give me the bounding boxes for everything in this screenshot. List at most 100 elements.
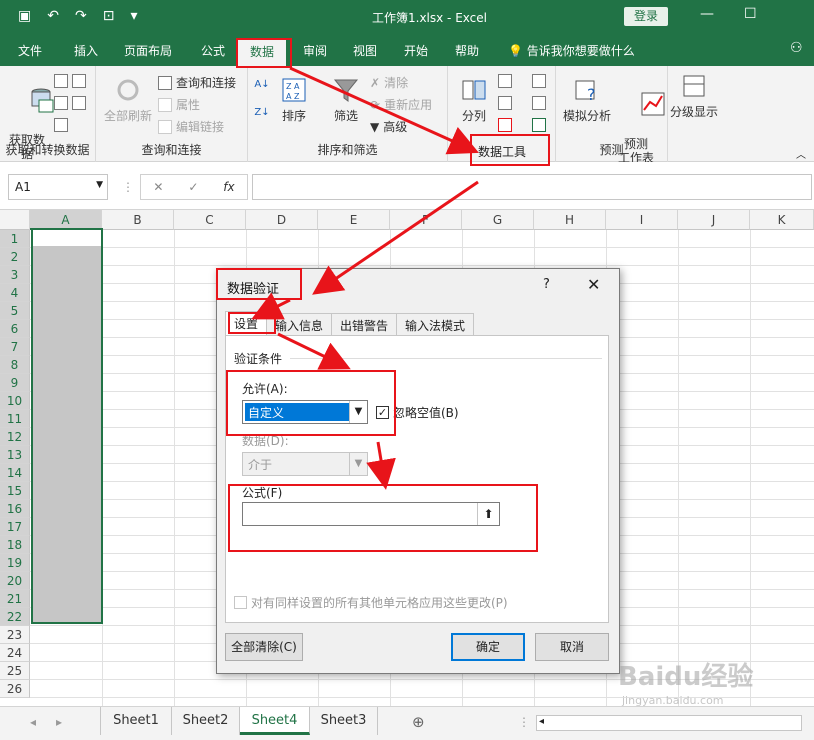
row-header[interactable]: 3 <box>0 266 30 284</box>
clear-button[interactable]: ✗ 清除 <box>370 74 408 91</box>
from-web-icon[interactable] <box>54 96 68 110</box>
row-header[interactable]: 25 <box>0 662 30 680</box>
row-header[interactable]: 20 <box>0 572 30 590</box>
active-cell[interactable] <box>33 230 101 246</box>
login-button[interactable]: 登录 <box>624 7 668 26</box>
flash-fill-icon[interactable] <box>498 74 512 88</box>
formula-field[interactable]: ⬆ <box>242 502 500 526</box>
tab-help[interactable]: 帮助 <box>455 42 479 59</box>
row-header[interactable]: 22 <box>0 608 30 626</box>
row-header[interactable]: 11 <box>0 410 30 428</box>
row-header[interactable]: 4 <box>0 284 30 302</box>
from-text-icon[interactable] <box>54 74 68 88</box>
column-header[interactable]: A <box>30 210 102 230</box>
chevron-down-icon[interactable]: ▼ <box>96 180 103 190</box>
name-box[interactable]: A1 ▼ <box>8 174 108 200</box>
minimize-icon[interactable]: — <box>700 6 714 22</box>
recent-sources-icon[interactable] <box>72 74 86 88</box>
filter-button[interactable]: 筛选 <box>330 76 362 123</box>
row-header[interactable]: 8 <box>0 356 30 374</box>
existing-connections-icon[interactable] <box>72 96 86 110</box>
tab-file[interactable]: 文件 <box>18 42 42 59</box>
column-header[interactable]: G <box>462 210 534 230</box>
range-picker-icon[interactable]: ⬆ <box>477 503 499 525</box>
row-header[interactable]: 17 <box>0 518 30 536</box>
insert-function-icon[interactable]: fx <box>223 180 234 194</box>
ok-button[interactable]: 确定 <box>451 633 525 661</box>
row-header[interactable]: 7 <box>0 338 30 356</box>
clear-all-button[interactable]: 全部清除(C) <box>225 633 303 661</box>
tab-home[interactable]: 开始 <box>404 42 428 59</box>
add-sheet-icon[interactable]: ⊕ <box>412 713 425 731</box>
sort-az-icon[interactable]: A↓ Z↓ <box>254 78 270 120</box>
column-header[interactable]: B <box>102 210 174 230</box>
redo-icon[interactable]: ↷ <box>75 8 87 24</box>
row-header[interactable]: 12 <box>0 428 30 446</box>
relationships-icon[interactable] <box>532 96 546 110</box>
tab-error-alert[interactable]: 出错警告 <box>331 313 398 335</box>
row-header[interactable]: 15 <box>0 482 30 500</box>
sheet-tab-sheet4[interactable]: Sheet4 <box>240 707 310 735</box>
row-header[interactable]: 2 <box>0 248 30 266</box>
column-header[interactable]: H <box>534 210 606 230</box>
close-icon[interactable]: ✕ <box>587 275 600 294</box>
tab-ime-mode[interactable]: 输入法模式 <box>396 313 475 335</box>
tab-data[interactable]: 数据 <box>238 38 287 66</box>
column-header[interactable]: D <box>246 210 318 230</box>
row-header[interactable]: 19 <box>0 554 30 572</box>
from-table-icon[interactable] <box>54 118 68 132</box>
row-header[interactable]: 24 <box>0 644 30 662</box>
apply-all-checkbox[interactable]: 对有同样设置的所有其他单元格应用这些更改(P) <box>234 594 508 611</box>
sheet-tab-sheet3[interactable]: Sheet3 <box>310 707 378 735</box>
column-header[interactable]: E <box>318 210 390 230</box>
row-header[interactable]: 5 <box>0 302 30 320</box>
cancel-icon[interactable]: ✕ <box>153 180 163 194</box>
refresh-all-button[interactable]: 全部刷新 <box>102 76 154 123</box>
column-header[interactable]: K <box>750 210 814 230</box>
tab-insert[interactable]: 插入 <box>74 42 98 59</box>
row-header[interactable]: 9 <box>0 374 30 392</box>
share-icon[interactable]: ⚇ <box>790 40 803 56</box>
row-header[interactable]: 16 <box>0 500 30 518</box>
chevron-down-icon[interactable]: ▼ <box>349 453 367 475</box>
cancel-button[interactable]: 取消 <box>535 633 609 661</box>
sheet-tab-sheet2[interactable]: Sheet2 <box>172 707 240 735</box>
row-header[interactable]: 6 <box>0 320 30 338</box>
queries-connections-button[interactable]: 查询和连接 <box>158 74 236 91</box>
scroll-left-icon[interactable]: ◂ <box>539 716 544 727</box>
row-header[interactable]: 1 <box>0 230 30 248</box>
properties-button[interactable]: 属性 <box>158 96 200 113</box>
column-header[interactable]: J <box>678 210 750 230</box>
enter-icon[interactable]: ✓ <box>188 180 198 194</box>
tell-me-box[interactable]: 💡 告诉我你想要做什么 <box>508 42 635 59</box>
row-header[interactable]: 23 <box>0 626 30 644</box>
column-header[interactable]: F <box>390 210 462 230</box>
edit-links-button[interactable]: 编辑链接 <box>158 118 224 135</box>
formula-input[interactable] <box>252 174 812 200</box>
data-model-icon[interactable] <box>532 118 546 132</box>
consolidate-icon[interactable] <box>532 74 546 88</box>
text-to-columns-button[interactable]: 分列 <box>456 76 492 123</box>
row-header[interactable]: 10 <box>0 392 30 410</box>
row-header[interactable]: 26 <box>0 680 30 698</box>
save-icon[interactable]: ▣ <box>18 8 31 24</box>
data-validation-icon[interactable] <box>498 118 512 132</box>
undo-icon[interactable]: ↶ <box>47 8 59 24</box>
tab-review[interactable]: 审阅 <box>303 42 327 59</box>
selected-range[interactable] <box>31 228 103 624</box>
tab-formulas[interactable]: 公式 <box>201 42 225 59</box>
sort-button[interactable]: Z AA Z 排序 <box>278 76 310 123</box>
chevron-down-icon[interactable]: ▼ <box>349 401 367 423</box>
row-header[interactable]: 18 <box>0 536 30 554</box>
tab-input-message[interactable]: 输入信息 <box>266 313 333 335</box>
customize-qat-icon[interactable]: ▾ <box>130 8 137 24</box>
tab-view[interactable]: 视图 <box>353 42 377 59</box>
row-header[interactable]: 14 <box>0 464 30 482</box>
sheet-tab-sheet1[interactable]: Sheet1 <box>100 707 172 735</box>
allow-select[interactable]: 自定义 ▼ <box>242 400 368 424</box>
restore-icon[interactable]: ☐ <box>744 6 757 22</box>
tab-settings[interactable]: 设置 <box>225 311 268 335</box>
what-if-button[interactable]: ? 模拟分析 <box>560 76 614 123</box>
next-sheet-icon[interactable]: ▸ <box>56 715 62 729</box>
horizontal-scrollbar[interactable]: ◂ <box>536 715 802 731</box>
